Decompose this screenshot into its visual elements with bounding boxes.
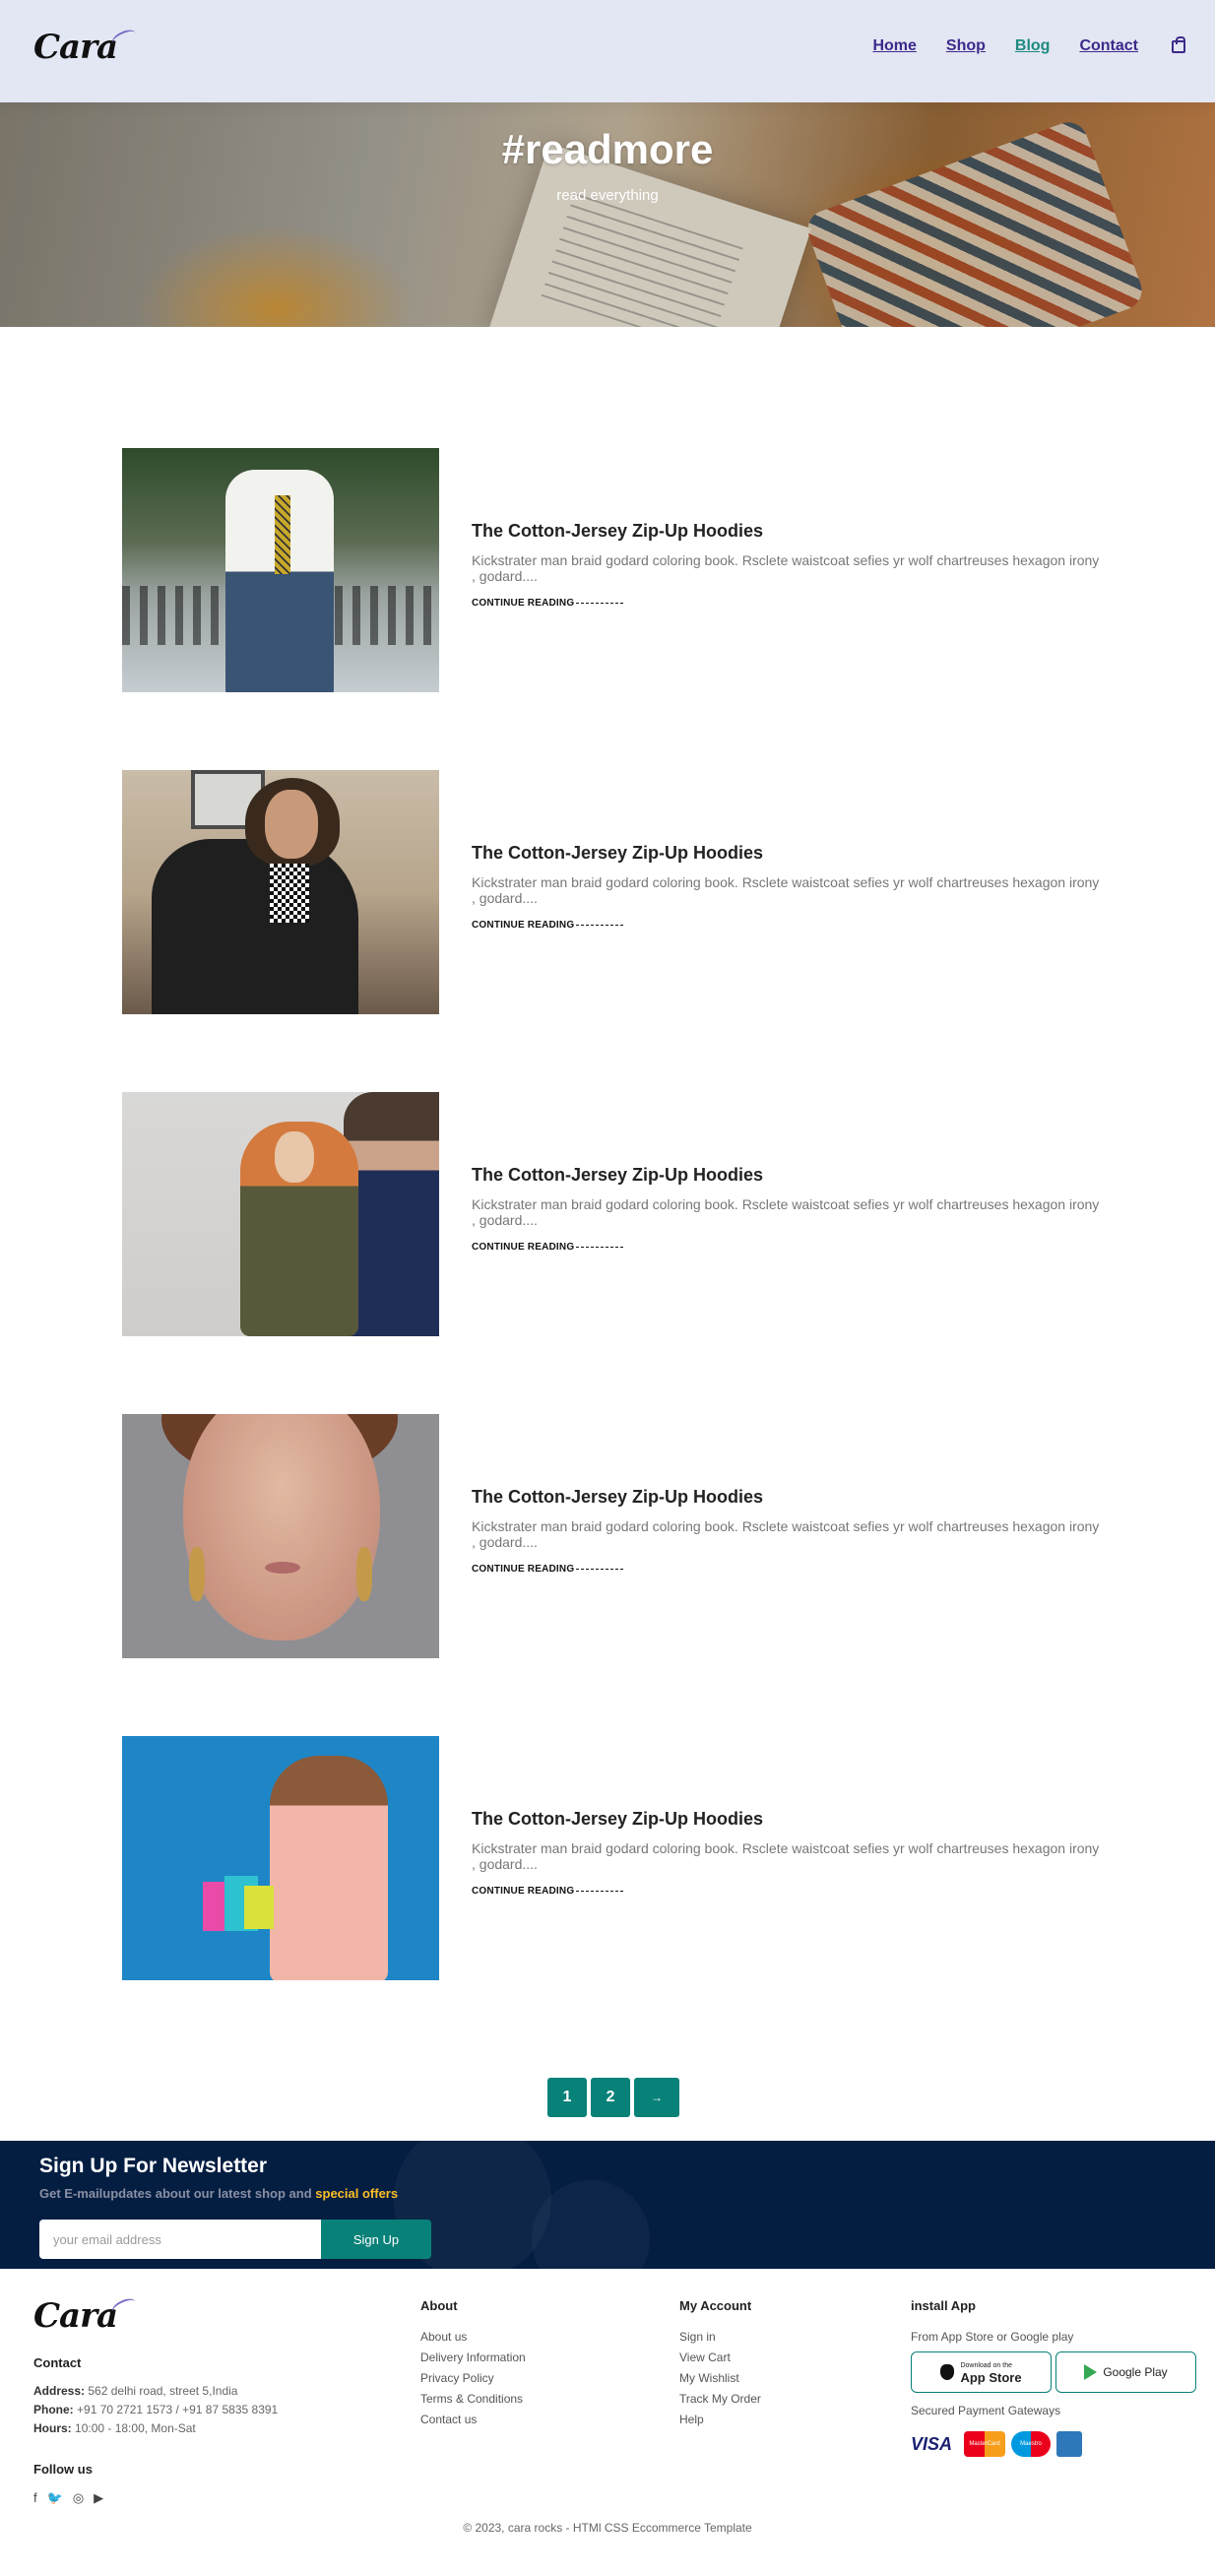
instagram-icon[interactable]: ◎ [73, 2490, 84, 2506]
google-play-button[interactable]: Google Play [1055, 2351, 1196, 2393]
footer-app-text: From App Store or Google play [911, 2330, 1074, 2344]
main-nav: Home Shop Blog Contact [872, 35, 1185, 55]
footer-link[interactable]: Help [679, 2410, 761, 2430]
social-icons: f 🐦 ◎ ▶ [33, 2490, 103, 2506]
footer-about-heading: About [420, 2298, 458, 2313]
footer-link[interactable]: Terms & Conditions [420, 2389, 526, 2410]
maestro-icon: Maestro [1011, 2431, 1051, 2457]
mastercard-icon: MasterCard [964, 2431, 1005, 2457]
footer-link[interactable]: Sign in [679, 2327, 761, 2348]
continue-reading-link[interactable]: CONTINUE READING [472, 920, 623, 931]
pagination: 1 2 → [547, 2078, 679, 2117]
blog-post: The Cotton-Jersey Zip-Up Hoodies Kickstr… [122, 448, 1107, 692]
page-2-button[interactable]: 2 [591, 2078, 630, 2117]
site-footer: Cara Contact Address: 562 delhi road, st… [0, 2269, 1215, 2576]
twitter-icon[interactable]: 🐦 [47, 2490, 63, 2506]
shopping-bag-icon[interactable] [1172, 35, 1185, 53]
newsletter-email-input[interactable] [39, 2220, 321, 2259]
newsletter-section: Sign Up For Newsletter Get E-mailupdates… [0, 2141, 1215, 2269]
hero-title: #readmore [501, 126, 714, 172]
continue-reading-link[interactable]: CONTINUE READING [472, 1564, 623, 1575]
footer-follow: Follow us f 🐦 ◎ ▶ [33, 2462, 103, 2506]
footer-link[interactable]: About us [420, 2327, 526, 2348]
blog-post-excerpt: Kickstrater man braid godard coloring bo… [472, 1196, 1100, 1228]
page-hero: #readmore read everything [0, 102, 1215, 327]
blog-post-title: The Cotton-Jersey Zip-Up Hoodies [472, 1487, 764, 1507]
visa-icon: VISA [911, 2433, 953, 2454]
logo[interactable]: Cara [33, 27, 139, 67]
nav-blog-link[interactable]: Blog [1015, 37, 1051, 55]
footer-phone: Phone: +91 70 2721 1573 / +91 87 5835 83… [33, 2403, 279, 2416]
blog-post-body: The Cotton-Jersey Zip-Up Hoodies Kickstr… [472, 1736, 1102, 1980]
app-store-button[interactable]: Download on the App Store [911, 2351, 1052, 2393]
blog-post-excerpt: Kickstrater man braid godard coloring bo… [472, 874, 1100, 906]
page-1-button[interactable]: 1 [547, 2078, 587, 2117]
store-buttons: Download on the App Store Google Play [911, 2351, 1196, 2393]
site-header: Cara Home Shop Blog Contact [0, 0, 1215, 102]
next-page-button[interactable]: → [634, 2078, 679, 2117]
continue-reading-link[interactable]: CONTINUE READING [472, 598, 623, 609]
blog-post: The Cotton-Jersey Zip-Up Hoodies Kickstr… [122, 770, 1107, 1014]
blog-post: The Cotton-Jersey Zip-Up Hoodies Kickstr… [122, 1736, 1107, 1980]
blog-post-body: The Cotton-Jersey Zip-Up Hoodies Kickstr… [472, 770, 1102, 1014]
blog-post-body: The Cotton-Jersey Zip-Up Hoodies Kickstr… [472, 1414, 1102, 1658]
footer-app-heading: install App [911, 2298, 976, 2313]
footer-link[interactable]: Privacy Policy [420, 2368, 526, 2389]
amex-icon [1056, 2431, 1082, 2457]
apple-icon [940, 2364, 955, 2380]
youtube-icon[interactable]: ▶ [94, 2490, 103, 2506]
blog-post: The Cotton-Jersey Zip-Up Hoodies Kickstr… [122, 1414, 1107, 1658]
blog-post-excerpt: Kickstrater man braid godard coloring bo… [472, 1840, 1100, 1872]
footer-link[interactable]: Track My Order [679, 2389, 761, 2410]
payment-logos: VISA MasterCard Maestro [911, 2431, 1196, 2457]
blog-post: The Cotton-Jersey Zip-Up Hoodies Kickstr… [122, 1092, 1107, 1336]
footer-hours: Hours: 10:00 - 18:00, Mon-Sat [33, 2421, 196, 2435]
footer-link[interactable]: View Cart [679, 2348, 761, 2368]
continue-reading-link[interactable]: CONTINUE READING [472, 1886, 623, 1897]
footer-account-column: My Account Sign in View Cart My Wishlist… [679, 2298, 761, 2430]
logo-text: Cara [33, 28, 118, 67]
nav-contact-link[interactable]: Contact [1079, 37, 1138, 55]
footer-link[interactable]: Contact us [420, 2410, 526, 2430]
footer-address: Address: 562 delhi road, street 5,India [33, 2384, 238, 2398]
blog-post-image[interactable] [122, 770, 439, 1014]
footer-about-column: About About us Delivery Information Priv… [420, 2298, 526, 2430]
footer-logo[interactable]: Cara [33, 2295, 139, 2336]
payment-text: Secured Payment Gateways [911, 2404, 1061, 2417]
google-play-icon [1084, 2364, 1098, 2380]
newsletter-text: Get E-mailupdates about our latest shop … [39, 2186, 399, 2201]
blog-post-excerpt: Kickstrater man braid godard coloring bo… [472, 552, 1100, 584]
blog-post-excerpt: Kickstrater man braid godard coloring bo… [472, 1518, 1100, 1550]
blog-post-image[interactable] [122, 1736, 439, 1980]
nav-home-link[interactable]: Home [872, 37, 916, 55]
footer-link[interactable]: My Wishlist [679, 2368, 761, 2389]
blog-post-image[interactable] [122, 448, 439, 692]
blog-post-image[interactable] [122, 1092, 439, 1336]
footer-contact-heading: Contact [33, 2355, 82, 2370]
footer-link[interactable]: Delivery Information [420, 2348, 526, 2368]
footer-account-heading: My Account [679, 2298, 752, 2313]
newsletter-signup-button[interactable]: Sign Up [321, 2220, 431, 2259]
footer-contact: Contact Address: 562 delhi road, street … [33, 2355, 278, 2438]
footer-logo-text: Cara [33, 2296, 118, 2336]
facebook-icon[interactable]: f [33, 2490, 37, 2506]
footer-follow-heading: Follow us [33, 2462, 93, 2477]
continue-reading-link[interactable]: CONTINUE READING [472, 1242, 623, 1253]
newsletter-highlight: special offers [315, 2186, 399, 2201]
blog-post-title: The Cotton-Jersey Zip-Up Hoodies [472, 843, 764, 863]
nav-shop-link[interactable]: Shop [946, 37, 986, 55]
blog-post-title: The Cotton-Jersey Zip-Up Hoodies [472, 1809, 764, 1829]
blog-post-title: The Cotton-Jersey Zip-Up Hoodies [472, 521, 764, 541]
footer-app-column: install App From App Store or Google pla… [911, 2298, 1196, 2457]
blog-post-body: The Cotton-Jersey Zip-Up Hoodies Kickstr… [472, 1092, 1102, 1336]
hero-subtitle: read everything [556, 187, 659, 204]
blog-post-title: The Cotton-Jersey Zip-Up Hoodies [472, 1165, 764, 1185]
blog-post-body: The Cotton-Jersey Zip-Up Hoodies Kickstr… [472, 448, 1102, 692]
blog-post-image[interactable] [122, 1414, 439, 1658]
copyright: © 2023, cara rocks - HTMl CSS Eccommerce… [463, 2521, 752, 2535]
newsletter-title: Sign Up For Newsletter [39, 2155, 268, 2177]
